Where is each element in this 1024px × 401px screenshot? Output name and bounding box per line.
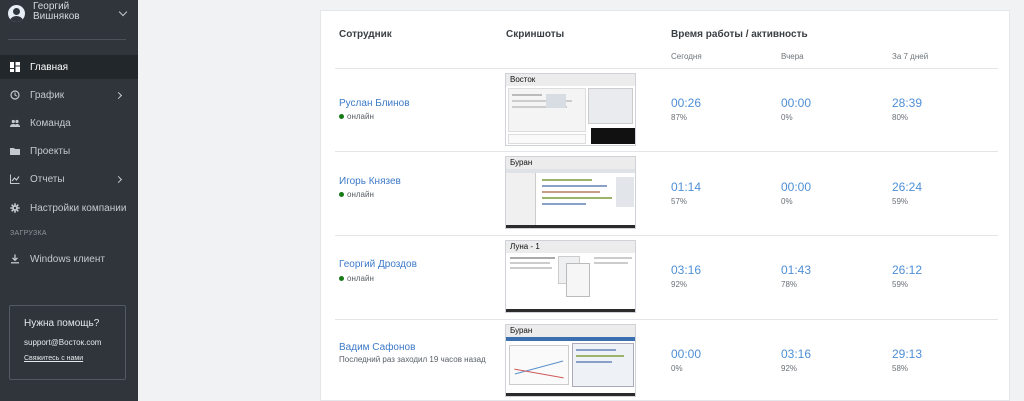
- screenshot-title: Буран: [506, 325, 635, 337]
- header-activity: Время работы / активность: [671, 29, 808, 40]
- status-text: онлайн: [347, 274, 374, 283]
- nav-label: Windows клиент: [30, 253, 105, 265]
- row-divider: [335, 68, 998, 69]
- section-label-download: ЗАГРУЗКА: [10, 230, 47, 237]
- time-today: 03:16: [671, 263, 702, 277]
- screenshot-image: [506, 86, 635, 145]
- team-icon: [10, 118, 20, 128]
- screenshot-title: Восток: [506, 74, 635, 86]
- activity-yesterday: 78%: [781, 280, 798, 289]
- row-divider: [335, 235, 998, 236]
- user-menu[interactable]: Георгий Вишняков: [8, 2, 130, 36]
- online-dot: [339, 276, 344, 281]
- clock-icon: [10, 90, 20, 100]
- time-week: 28:39: [892, 96, 923, 110]
- nav-item-windows-client[interactable]: Windows клиент: [0, 247, 138, 271]
- activity-week: 59%: [892, 197, 909, 206]
- divider: [8, 39, 126, 40]
- status-online: онлайн: [339, 112, 374, 121]
- nav-label: График: [30, 89, 65, 101]
- nav-label: Отчеты: [30, 173, 65, 185]
- contact-us-link[interactable]: Свяжитесь с нами: [24, 355, 125, 362]
- nav-item-home[interactable]: Главная: [0, 55, 138, 79]
- chevron-right-icon: [114, 91, 123, 99]
- help-box: Нужна помощь? support@Восток.com Свяжите…: [9, 305, 126, 380]
- user-name: Георгий Вишняков: [33, 1, 80, 22]
- nav-item-company-settings[interactable]: Настройки компании: [0, 196, 138, 220]
- activity-week: 58%: [892, 364, 909, 373]
- status-text: онлайн: [347, 112, 374, 121]
- time-yesterday: 03:16: [781, 347, 812, 361]
- nav-label: Главная: [30, 61, 69, 73]
- screenshot-thumbnail[interactable]: Луна - 1: [505, 240, 636, 313]
- gear-icon: [10, 203, 20, 213]
- screenshot-title: Луна - 1: [506, 241, 635, 253]
- nav-label: Проекты: [30, 145, 71, 157]
- time-week: 26:24: [892, 180, 923, 194]
- activity-week: 59%: [892, 280, 909, 289]
- nav-item-team[interactable]: Команда: [0, 111, 138, 135]
- activity-yesterday: 92%: [781, 364, 798, 373]
- nav-label: Команда: [30, 117, 71, 129]
- status-online: онлайн: [339, 274, 374, 283]
- screenshot-thumbnail[interactable]: Восток: [505, 73, 636, 146]
- nav-item-projects[interactable]: Проекты: [0, 139, 138, 163]
- nav-item-reports[interactable]: Отчеты: [0, 167, 138, 191]
- header-screenshots: Скриншоты: [506, 29, 565, 40]
- time-today: 01:14: [671, 180, 702, 194]
- time-today: 00:26: [671, 96, 702, 110]
- header-today: Сегодня: [671, 52, 702, 61]
- employee-name[interactable]: Георгий Дроздов: [339, 259, 417, 270]
- screenshot-title: Буран: [506, 157, 635, 169]
- activity-today: 57%: [671, 197, 688, 206]
- time-yesterday: 00:00: [781, 96, 812, 110]
- chart-icon: [10, 174, 20, 184]
- avatar-icon: [8, 5, 25, 22]
- screenshot-image: [506, 253, 635, 312]
- row-divider: [335, 319, 998, 320]
- dashboard-icon: [10, 62, 20, 72]
- time-week: 29:13: [892, 347, 923, 361]
- sidebar: Георгий Вишняков Главная График Команда …: [0, 0, 138, 401]
- screenshot-thumbnail[interactable]: Буран: [505, 156, 636, 229]
- folder-icon: [10, 146, 20, 156]
- activity-yesterday: 0%: [781, 197, 793, 206]
- screenshot-thumbnail[interactable]: Буран: [505, 324, 636, 397]
- time-yesterday: 01:43: [781, 263, 812, 277]
- row-divider: [335, 151, 998, 152]
- download-icon: [10, 254, 20, 264]
- nav-item-schedule[interactable]: График: [0, 83, 138, 107]
- employees-card: Сотрудник Скриншоты Время работы / актив…: [320, 10, 1010, 401]
- header-week: За 7 дней: [892, 52, 929, 61]
- employee-name[interactable]: Вадим Сафонов: [339, 342, 415, 353]
- activity-today: 92%: [671, 280, 688, 289]
- online-dot: [339, 114, 344, 119]
- employee-name[interactable]: Игорь Князев: [339, 176, 401, 187]
- activity-today: 87%: [671, 113, 688, 122]
- help-title: Нужна помощь?: [24, 318, 100, 329]
- nav-label: Настройки компании: [30, 202, 127, 214]
- header-employee: Сотрудник: [339, 29, 392, 40]
- time-yesterday: 00:00: [781, 180, 812, 194]
- activity-week: 80%: [892, 113, 909, 122]
- online-dot: [339, 192, 344, 197]
- chevron-right-icon: [114, 175, 123, 183]
- status-text: онлайн: [347, 190, 374, 199]
- support-email[interactable]: support@Восток.com: [24, 338, 125, 347]
- screenshot-image: [506, 169, 635, 228]
- screenshot-image: [506, 337, 635, 396]
- activity-yesterday: 0%: [781, 113, 793, 122]
- chevron-down-icon[interactable]: [118, 7, 128, 17]
- last-seen-text: Последний раз заходил 19 часов назад: [339, 355, 486, 364]
- employee-name[interactable]: Руслан Блинов: [339, 98, 410, 109]
- activity-today: 0%: [671, 364, 683, 373]
- status-online: онлайн: [339, 190, 374, 199]
- header-yesterday: Вчера: [781, 52, 804, 61]
- time-today: 00:00: [671, 347, 702, 361]
- time-week: 26:12: [892, 263, 923, 277]
